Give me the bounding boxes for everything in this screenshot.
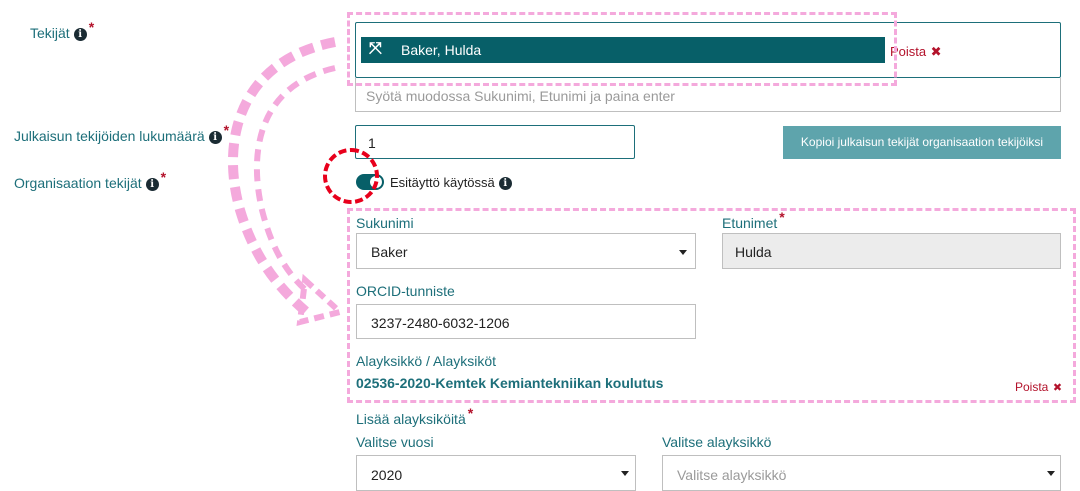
annotation-arrow [228, 37, 347, 326]
required-marker: * [88, 19, 95, 35]
info-icon[interactable]: i [73, 27, 87, 41]
author-remove[interactable]: Poista ✖ [890, 43, 942, 61]
author-count-label: Julkaisun tekijöiden lukumäärä i * [14, 122, 230, 144]
remove-icon[interactable]: ✖ [931, 44, 942, 59]
required-marker: * [160, 169, 167, 185]
highlight-box-org-author [347, 208, 1076, 403]
highlight-box-authors [347, 12, 897, 86]
chevron-down-icon [1047, 471, 1055, 476]
required-marker: * [467, 405, 474, 421]
info-icon[interactable]: i [145, 177, 159, 191]
authors-label: Tekijät i * [30, 19, 95, 41]
author-count-input[interactable]: 1 [355, 125, 635, 159]
year-label: Valitse vuosi [356, 434, 434, 450]
unit-select-label: Valitse alayksikkö [662, 434, 772, 450]
unit-select[interactable]: Valitse alayksikkö [662, 455, 1061, 491]
prefill-toggle-label: Esitäyttö käytössä i [390, 175, 512, 191]
org-authors-label: Organisaation tekijät i * [14, 169, 167, 191]
add-units-label: Lisää alayksiköitä * [356, 405, 474, 427]
chevron-down-icon [621, 471, 629, 476]
copy-authors-button[interactable]: Kopioi julkaisun tekijät organisaation t… [783, 126, 1061, 159]
year-select[interactable]: 2020 [356, 455, 636, 491]
info-icon[interactable]: i [498, 177, 512, 191]
